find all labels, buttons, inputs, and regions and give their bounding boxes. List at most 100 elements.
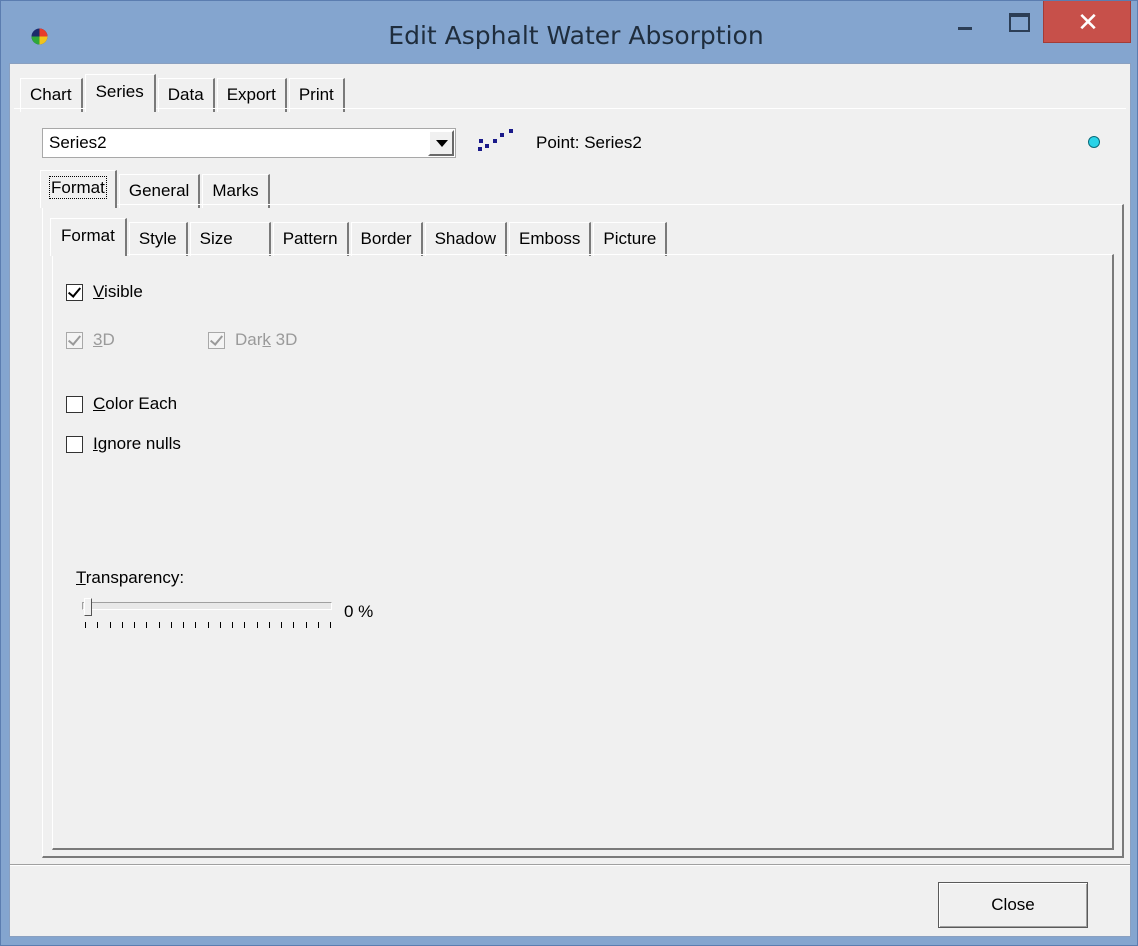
series-sub-tab-strip: Format General Marks <box>40 170 272 208</box>
tab-label: Export <box>226 85 276 104</box>
slider-tick <box>195 622 197 628</box>
slider-tick <box>232 622 233 628</box>
label-text: olor Each <box>105 394 178 413</box>
tab-style[interactable]: Style <box>128 222 188 256</box>
tab-data[interactable]: Data <box>157 78 215 112</box>
series-select-value: Series2 <box>49 133 107 152</box>
label-text: Dar <box>235 330 263 349</box>
tab-label: Print <box>298 85 334 104</box>
tab-label: Chart <box>30 85 72 104</box>
dark-3d-checkbox: Dark 3D <box>208 330 297 350</box>
tab-marks[interactable]: Marks <box>202 174 270 208</box>
slider-tick <box>281 622 282 628</box>
tab-export[interactable]: Export <box>216 78 287 112</box>
tab-shadow[interactable]: Shadow <box>424 222 507 256</box>
series-select[interactable]: Series2 <box>42 128 456 158</box>
mnemonic: C <box>93 394 106 413</box>
checkbox-box <box>208 331 225 349</box>
label-text: D <box>102 330 115 349</box>
slider-tick <box>256 622 258 628</box>
checkbox-box <box>66 331 83 349</box>
label-text: 3D <box>270 330 298 349</box>
editor-window: Edit Asphalt Water Absorption ✕ Chart Se… <box>0 0 1138 946</box>
checkbox-label: Ignore nulls <box>93 434 181 454</box>
checkbox-box[interactable] <box>66 435 83 453</box>
point-series-icon <box>478 129 513 151</box>
tab-label: Border <box>360 229 412 248</box>
footer-divider <box>10 864 1130 866</box>
tab-series[interactable]: Series <box>84 74 156 112</box>
transparency-slider[interactable] <box>82 598 332 634</box>
transparency-label: Transparency: <box>76 568 184 588</box>
label-text: isible <box>104 282 143 301</box>
slider-tick <box>317 622 319 628</box>
close-button[interactable]: Close <box>938 882 1088 928</box>
checkbox-label: Visible <box>93 282 143 302</box>
tab-picture[interactable]: Picture <box>593 222 668 256</box>
tab-label: Emboss <box>519 229 581 248</box>
color-each-checkbox[interactable]: Color Each <box>66 394 177 414</box>
mnemonic: k <box>262 330 271 349</box>
tab-label: Marks <box>212 181 259 200</box>
tab-label: Style <box>138 229 177 248</box>
slider-tick <box>305 622 307 628</box>
tab-label: Shadow <box>434 229 496 248</box>
slider-tick <box>109 622 111 628</box>
checkbox-box[interactable] <box>66 283 83 301</box>
tab-label: Size <box>199 229 233 248</box>
tab-label: General <box>128 181 190 200</box>
slider-tick <box>244 622 246 628</box>
tab-label: Pattern <box>282 229 338 248</box>
tab-format-inner[interactable]: Format <box>50 218 127 256</box>
maximize-button[interactable] <box>995 1 1041 43</box>
tab-format[interactable]: Format <box>40 170 117 208</box>
chevron-down-icon[interactable] <box>428 130 454 156</box>
transparency-value: 0 % <box>344 602 374 621</box>
slider-tick <box>219 622 221 628</box>
mnemonic: V <box>93 282 105 301</box>
slider-tick <box>97 622 99 628</box>
tab-border[interactable]: Border <box>350 222 423 256</box>
visible-checkbox[interactable]: Visible <box>66 282 143 302</box>
main-tab-strip: Chart Series Data Export Print <box>20 74 347 112</box>
series-color-icon[interactable] <box>1088 136 1100 148</box>
three-d-checkbox: 3D <box>66 330 115 350</box>
title-bar[interactable]: Edit Asphalt Water Absorption ✕ <box>1 1 1138 63</box>
slider-tick <box>170 622 172 628</box>
window-close-button[interactable]: ✕ <box>1043 1 1131 43</box>
slider-tick <box>207 622 209 628</box>
mnemonic: T <box>76 568 86 587</box>
tab-print[interactable]: Print <box>288 78 345 112</box>
tab-chart[interactable]: Chart <box>20 78 83 112</box>
tab-label: Format <box>61 226 115 245</box>
label-text: ransparency: <box>85 568 185 587</box>
label-text: gnore nulls <box>97 434 181 453</box>
slider-track[interactable] <box>82 602 332 610</box>
slider-tick <box>146 622 148 628</box>
tab-size[interactable]: Size <box>189 222 271 256</box>
slider-tick <box>158 622 160 628</box>
dialog-client-area: Chart Series Data Export Print Series2 P… <box>9 63 1131 937</box>
slider-tick <box>268 622 270 628</box>
slider-tick <box>293 622 295 628</box>
tab-label: Picture <box>603 229 657 248</box>
slider-tick <box>134 622 135 628</box>
slider-thumb[interactable] <box>84 598 92 616</box>
slider-tick <box>183 622 184 628</box>
slider-ticks <box>85 622 331 628</box>
checkbox-box[interactable] <box>66 395 83 413</box>
tab-general[interactable]: General <box>118 174 201 208</box>
tab-label: Data <box>167 85 204 104</box>
slider-tick <box>330 622 331 628</box>
minimize-button[interactable] <box>941 1 989 43</box>
tab-pattern[interactable]: Pattern <box>272 222 349 256</box>
format-sub-tab-strip: Format Style Size Pattern Border Shadow … <box>50 218 669 256</box>
series-type-label: Point: Series2 <box>536 133 642 152</box>
slider-tick <box>85 622 86 628</box>
tab-label: Format <box>49 176 107 199</box>
checkbox-label: Color Each <box>93 394 177 414</box>
ignore-nulls-checkbox[interactable]: Ignore nulls <box>66 434 181 454</box>
tab-label: Series <box>95 82 144 101</box>
checkbox-label: Dark 3D <box>235 330 297 350</box>
tab-emboss[interactable]: Emboss <box>509 222 592 256</box>
